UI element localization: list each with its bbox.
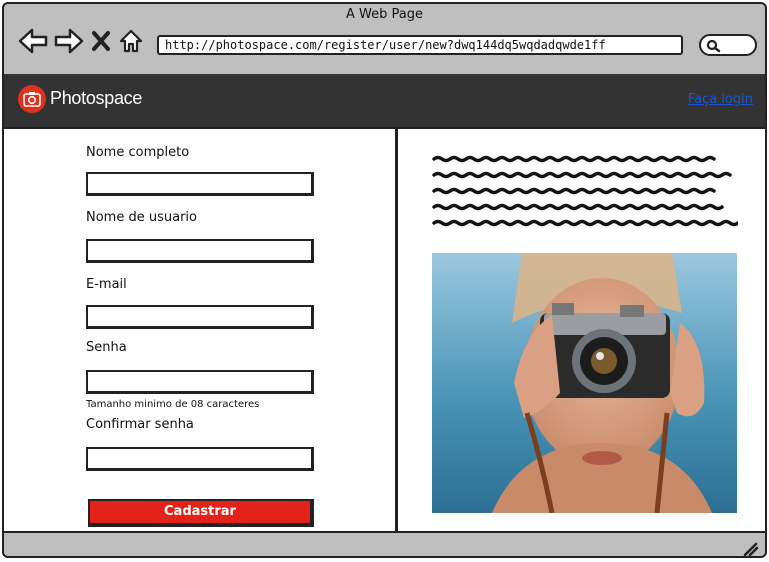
app-header: Photospace Faça login xyxy=(4,74,765,127)
email-input[interactable] xyxy=(86,305,314,329)
password-input[interactable] xyxy=(86,370,314,394)
window-title: A Web Page xyxy=(346,7,423,22)
confirm-password-input[interactable] xyxy=(86,447,314,471)
nav-buttons xyxy=(18,28,144,54)
address-bar[interactable]: http://photospace.com/register/user/new?… xyxy=(157,35,683,55)
column-divider xyxy=(395,129,398,531)
back-arrow-icon[interactable] xyxy=(18,28,48,54)
browser-window: A Web Page http://photospace.com/registe… xyxy=(2,2,767,558)
confirm-password-label: Confirmar senha xyxy=(86,417,194,432)
brand-name: Photospace xyxy=(50,88,143,108)
placeholder-text-block xyxy=(432,149,738,229)
search-icon xyxy=(706,39,721,53)
close-x-icon[interactable] xyxy=(90,29,112,53)
full-name-input[interactable] xyxy=(86,172,314,196)
username-input[interactable] xyxy=(86,239,314,263)
status-bar xyxy=(4,533,765,556)
password-label: Senha xyxy=(86,340,127,355)
email-label: E-mail xyxy=(86,277,127,292)
login-link[interactable]: Faça login xyxy=(688,92,753,107)
brand-logo xyxy=(18,85,46,113)
password-hint: Tamanho minimo de 08 caracteres xyxy=(86,399,260,410)
main-content: Nome completo Nome de usuario E-mail Sen… xyxy=(4,127,765,533)
browser-search[interactable] xyxy=(699,34,757,56)
forward-arrow-icon[interactable] xyxy=(54,28,84,54)
username-label: Nome de usuario xyxy=(86,210,197,225)
home-icon[interactable] xyxy=(118,28,144,54)
register-button[interactable]: Cadastrar xyxy=(88,499,314,527)
resize-grip-icon[interactable] xyxy=(741,542,759,556)
camera-icon xyxy=(23,92,41,107)
full-name-label: Nome completo xyxy=(86,145,190,160)
hero-photo xyxy=(432,253,737,513)
